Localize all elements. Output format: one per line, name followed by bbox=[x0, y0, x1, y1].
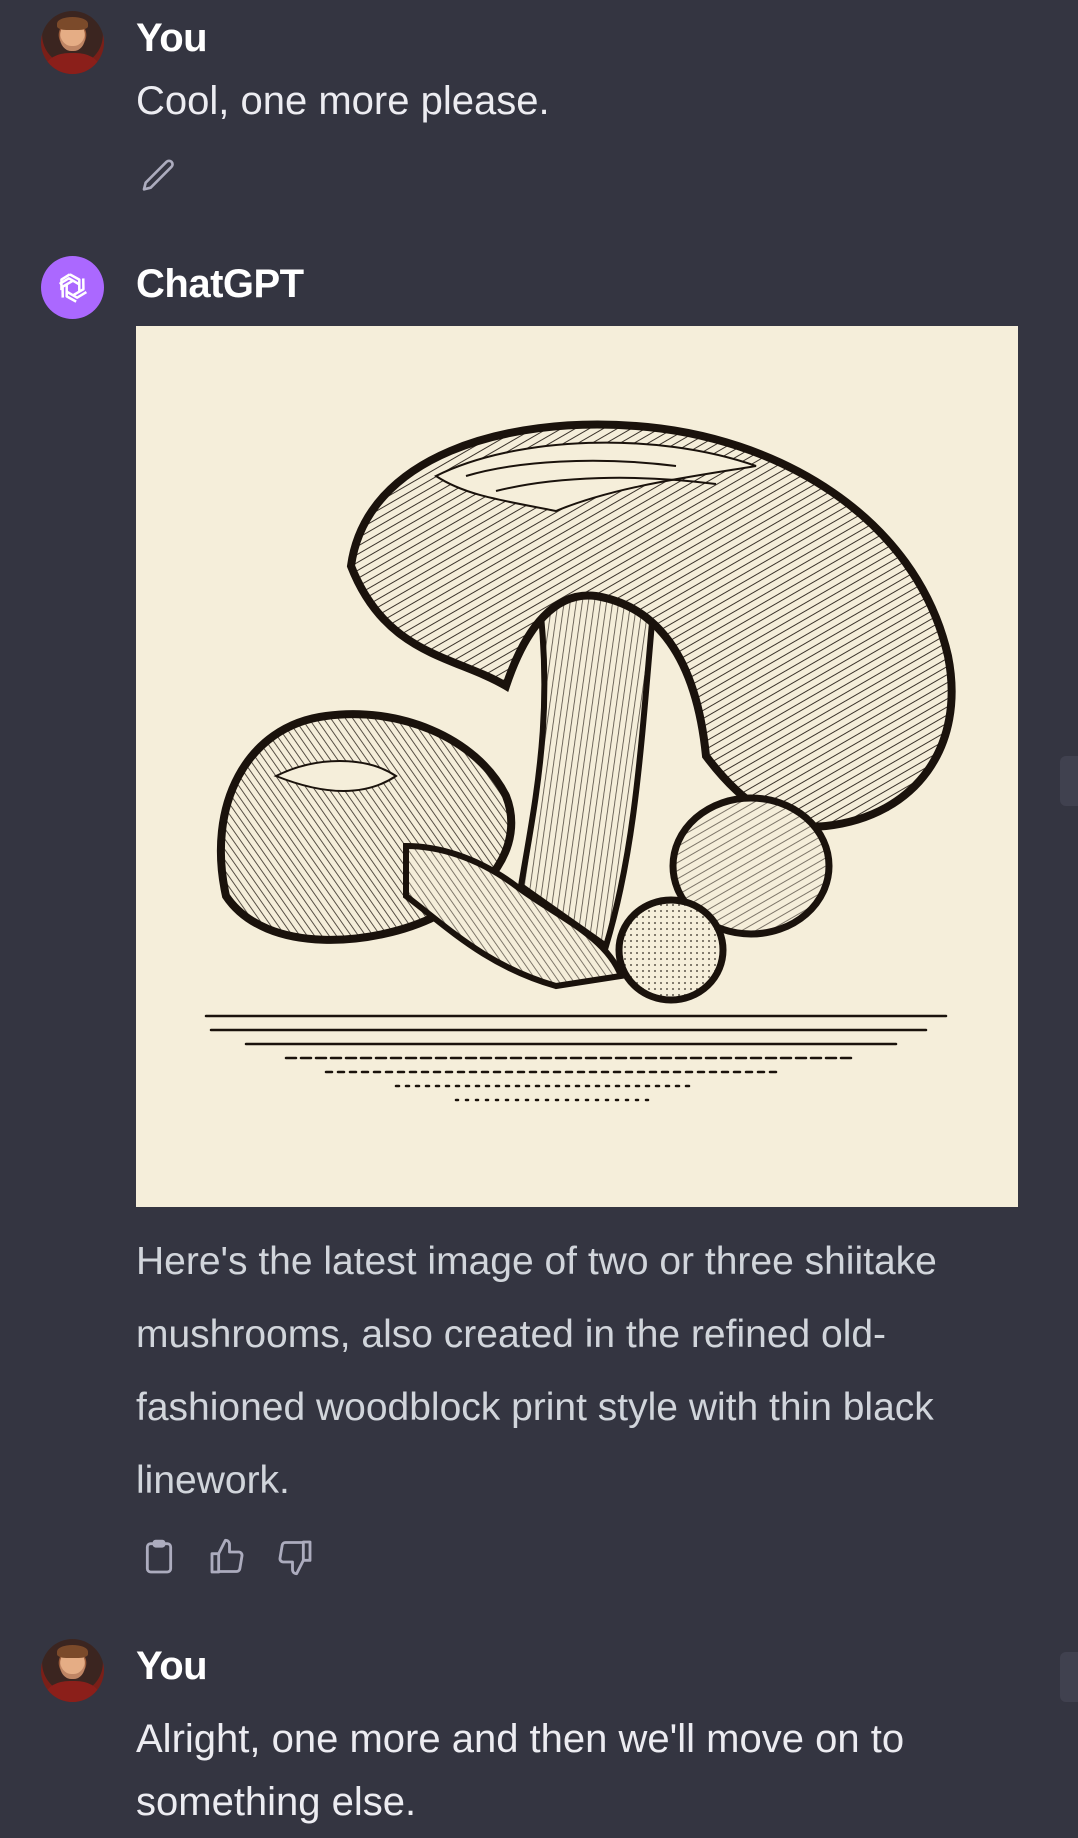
author-name: You bbox=[136, 16, 208, 60]
chatgpt-avatar bbox=[41, 256, 104, 319]
thumbs-up-button[interactable] bbox=[205, 1535, 249, 1579]
openai-logo-icon bbox=[58, 272, 87, 303]
mushroom-illustration bbox=[204, 420, 956, 1102]
user-message: You Cool, one more please. bbox=[0, 0, 1078, 220]
author-name: You bbox=[136, 1644, 208, 1688]
edit-button[interactable] bbox=[137, 154, 181, 198]
author-name: ChatGPT bbox=[136, 262, 304, 306]
generated-image[interactable] bbox=[136, 326, 1018, 1207]
clipboard-icon bbox=[145, 1539, 173, 1574]
message-text: Alright, one more and then we'll move on… bbox=[136, 1717, 905, 1824]
user-avatar bbox=[41, 1639, 104, 1702]
scrollbar-thumb[interactable] bbox=[1060, 1652, 1078, 1702]
user-message: You Alright, one more and then we'll mov… bbox=[0, 1628, 1078, 1838]
message-text: Cool, one more please. bbox=[136, 79, 550, 123]
assistant-message-text: Here's the latest image of two or three … bbox=[136, 1240, 937, 1502]
chat-page: You Cool, one more please. ChatGPT Here'… bbox=[0, 0, 1078, 1838]
user-avatar bbox=[41, 11, 104, 74]
copy-button[interactable] bbox=[137, 1535, 181, 1579]
thumbs-down-icon bbox=[278, 1540, 312, 1576]
thumbs-up-icon bbox=[210, 1538, 244, 1574]
edit-icon bbox=[142, 159, 174, 191]
thumbs-down-button[interactable] bbox=[273, 1535, 317, 1579]
scrollbar-thumb[interactable] bbox=[1060, 756, 1078, 806]
